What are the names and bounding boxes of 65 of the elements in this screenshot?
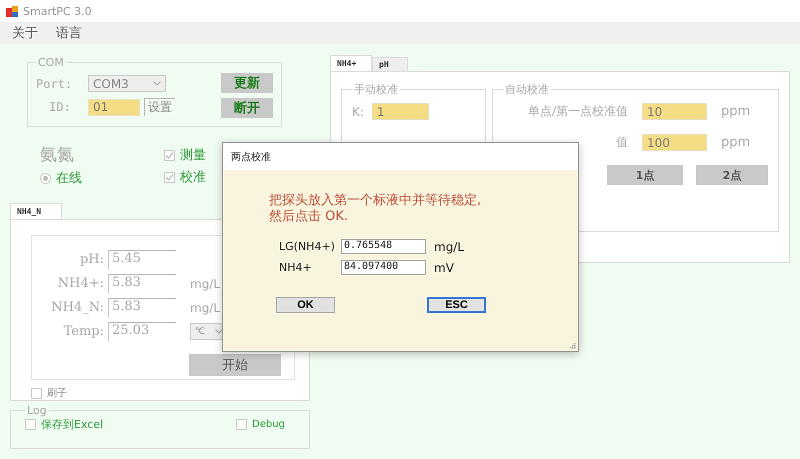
reading-label: Temp: — [62, 324, 104, 339]
dialog-button[interactable]: OK — [276, 297, 335, 313]
checkbox[interactable] — [164, 150, 175, 160]
app-icon — [6, 6, 18, 16]
reading-value: 5.45 — [108, 250, 176, 269]
checkbox[interactable] — [236, 419, 247, 430]
group-title: 手动校准 — [353, 82, 399, 97]
menu-item[interactable]: 关于 — [12, 24, 38, 42]
dialog-message: 把探头放入第一个标液中并等待稳定, 然后点击 OK. — [269, 193, 482, 225]
resize-grip-icon — [569, 342, 576, 349]
option-label: 校准 — [180, 169, 206, 186]
unit-label: ppm — [721, 104, 750, 119]
radio-button[interactable] — [40, 172, 51, 184]
checkbox[interactable] — [31, 388, 42, 398]
field-label: 单点/第一点校准值 — [526, 103, 628, 120]
field-label: K: — [352, 104, 364, 118]
id-field[interactable]: 01 — [88, 98, 140, 116]
reading-value: 5.83 — [108, 274, 176, 293]
dialog-button[interactable]: ESC — [427, 297, 486, 313]
checkbox[interactable] — [25, 419, 36, 430]
port-label: Port: — [36, 76, 74, 90]
k-field[interactable]: 1 — [372, 103, 429, 120]
com-button[interactable]: 断开 — [221, 98, 273, 118]
unit-label: mg/L — [190, 276, 220, 290]
calibrate-button[interactable]: 1点 — [607, 165, 683, 185]
reading-value: 5.83 — [108, 298, 176, 317]
option-label: 测量 — [180, 147, 206, 164]
reading-label: NH4+: — [56, 276, 104, 291]
brush-label: 刷子 — [47, 387, 67, 400]
dropdown-caret-icon — [153, 81, 161, 86]
reading-value: 25.03 — [108, 322, 176, 341]
tab[interactable]: NH4_N — [10, 203, 62, 219]
calibrate-button[interactable]: 2点 — [696, 165, 768, 185]
unit-label: ppm — [721, 135, 750, 150]
field-label: LG(NH4+) — [279, 240, 333, 253]
unit-label: mV — [434, 260, 454, 274]
tab[interactable]: pH — [372, 57, 408, 71]
reading-label: pH: — [78, 252, 104, 267]
port-select[interactable]: COM3 — [88, 75, 166, 92]
group-title: 自动校准 — [504, 82, 550, 97]
option-label: 保存到Excel — [41, 417, 104, 432]
start-button[interactable]: 开始 — [189, 354, 281, 376]
field-label: NH4+ — [279, 261, 313, 274]
com-button[interactable]: 更新 — [221, 73, 273, 93]
reading-label: NH4_N: — [50, 300, 104, 315]
field-label: 值 — [615, 134, 628, 151]
tab[interactable]: NH4+ — [330, 55, 372, 71]
dialog-title: 两点校准 — [231, 150, 271, 164]
window-title: SmartPC 3.0 — [23, 4, 92, 18]
sensor-name: 氨氮 — [40, 144, 75, 166]
option-label: Debug — [252, 419, 285, 430]
mode-label: 在线 — [56, 170, 82, 187]
dropdown-caret-icon — [215, 329, 223, 334]
group-title: COM — [37, 56, 65, 69]
value-field[interactable]: 0.765548 — [341, 239, 426, 254]
set-label: 设置 — [144, 98, 175, 116]
unit-label: mg/L — [190, 300, 220, 314]
value-field[interactable]: 10 — [642, 103, 707, 120]
value-field[interactable]: 100 — [642, 134, 707, 151]
checkbox[interactable] — [164, 172, 175, 182]
id-label: ID: — [48, 100, 72, 114]
value-field[interactable]: 84.097400 — [341, 260, 426, 275]
unit-label: mg/L — [434, 240, 464, 254]
group-title: Log — [26, 404, 48, 417]
menu-item[interactable]: 语言 — [56, 24, 82, 42]
